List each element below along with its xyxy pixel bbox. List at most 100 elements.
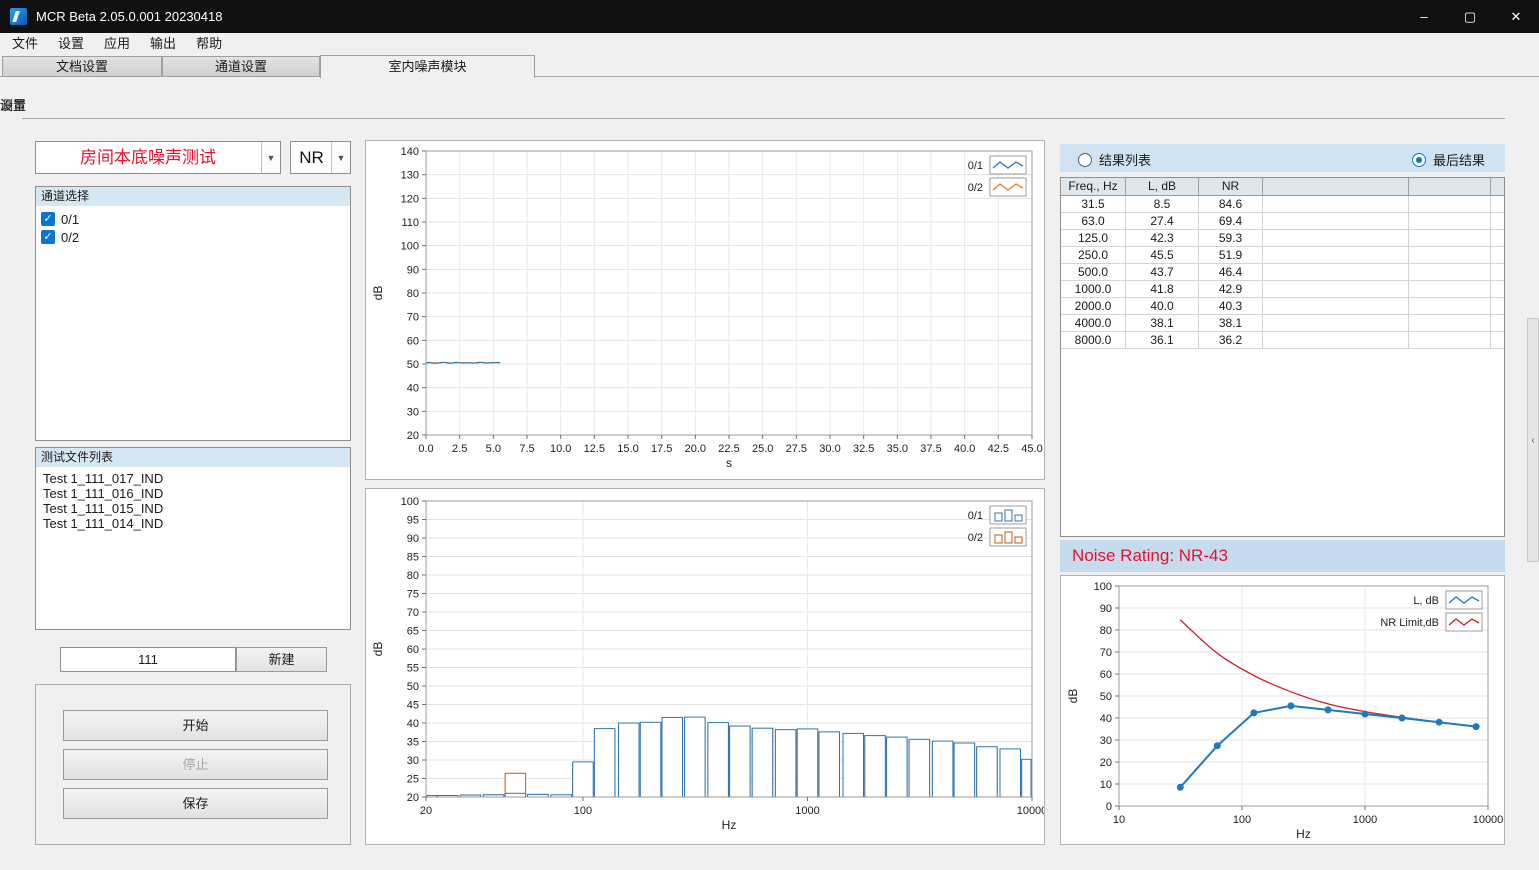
svg-text:25: 25 — [407, 774, 419, 786]
radio-results-list-label: 结果列表 — [1099, 150, 1151, 169]
table-row[interactable]: 125.042.359.3 — [1061, 230, 1504, 247]
menu-item-应用[interactable]: 应用 — [94, 33, 140, 55]
table-cell — [1409, 247, 1491, 263]
table-row[interactable]: 4000.038.138.1 — [1061, 315, 1504, 332]
results-table-body: 31.58.584.663.027.469.4125.042.359.3250.… — [1061, 196, 1504, 349]
table-row[interactable]: 250.045.551.9 — [1061, 247, 1504, 264]
svg-text:32.5: 32.5 — [853, 443, 874, 455]
table-cell — [1409, 196, 1491, 212]
tab-measure[interactable]: 测量 — [0, 95, 26, 119]
svg-text:40: 40 — [1100, 713, 1112, 725]
menu-item-设置[interactable]: 设置 — [48, 33, 94, 55]
table-cell: 250.0 — [1061, 247, 1126, 263]
svg-text:50: 50 — [407, 681, 419, 693]
svg-text:42.5: 42.5 — [988, 443, 1009, 455]
results-table: Freq., HzL, dBNR Limit,dB 31.58.584.663.… — [1060, 177, 1505, 537]
svg-text:10000: 10000 — [1017, 805, 1044, 817]
menu-item-帮助[interactable]: 帮助 — [186, 33, 232, 55]
table-cell — [1263, 298, 1409, 314]
table-row[interactable]: 8000.036.136.2 — [1061, 332, 1504, 349]
table-cell: 41.8 — [1126, 281, 1199, 297]
new-button[interactable]: 新建 — [236, 647, 327, 672]
radio-selected-icon[interactable] — [1412, 153, 1426, 167]
table-cell — [1263, 247, 1409, 263]
table-row[interactable]: 1000.041.842.9 — [1061, 281, 1504, 298]
svg-text:5.0: 5.0 — [486, 443, 501, 455]
svg-text:30: 30 — [1100, 735, 1112, 747]
table-cell — [1409, 213, 1491, 229]
subtab-divider — [22, 118, 1505, 119]
svg-text:60: 60 — [407, 644, 419, 656]
svg-text:90: 90 — [407, 264, 419, 276]
file-list-item[interactable]: Test 1_111_016_IND — [43, 486, 343, 501]
table-header-cell — [1263, 178, 1409, 195]
svg-text:80: 80 — [1100, 625, 1112, 637]
table-cell — [1263, 281, 1409, 297]
table-cell — [1263, 230, 1409, 246]
minimize-icon[interactable]: – — [1401, 0, 1447, 33]
application-window: MCR Beta 2.05.0.001 20230418 – ▢ ✕ 文件设置应… — [0, 0, 1539, 870]
svg-text:20: 20 — [420, 805, 432, 817]
svg-text:22.5: 22.5 — [718, 443, 739, 455]
start-button[interactable]: 开始 — [63, 710, 328, 741]
svg-text:0/2: 0/2 — [968, 532, 983, 544]
panel-collapse-handle[interactable]: ‹ — [1527, 318, 1539, 562]
table-row[interactable]: 31.58.584.6 — [1061, 196, 1504, 213]
radio-last-result[interactable]: 最后结果 — [1412, 150, 1485, 169]
channel-item[interactable]: ✓0/1 — [36, 210, 350, 228]
table-row[interactable]: 2000.040.040.3 — [1061, 298, 1504, 315]
table-cell: 38.1 — [1199, 315, 1263, 331]
filename-input[interactable]: 111 — [60, 647, 236, 672]
svg-text:20.0: 20.0 — [685, 443, 706, 455]
maximize-icon[interactable]: ▢ — [1447, 0, 1493, 33]
svg-text:140: 140 — [401, 146, 419, 158]
table-header-cell — [1491, 178, 1504, 195]
close-icon[interactable]: ✕ — [1493, 0, 1539, 33]
radio-unselected-icon[interactable] — [1078, 153, 1092, 167]
tab-通道设置[interactable]: 通道设置 — [162, 56, 320, 77]
file-list-item[interactable]: Test 1_111_017_IND — [43, 471, 343, 486]
stop-button[interactable]: 停止 — [63, 749, 328, 780]
chevron-down-icon[interactable]: ▼ — [261, 142, 280, 173]
svg-text:50: 50 — [407, 359, 419, 371]
table-cell: 125.0 — [1061, 230, 1126, 246]
table-cell: 31.5 — [1061, 196, 1126, 212]
chevron-down-icon[interactable]: ▼ — [331, 142, 350, 173]
chevron-left-icon: ‹ — [1531, 435, 1534, 446]
table-cell — [1409, 281, 1491, 297]
checkbox-checked-icon[interactable]: ✓ — [41, 212, 55, 226]
svg-text:60: 60 — [407, 335, 419, 347]
svg-text:0/1: 0/1 — [968, 510, 983, 522]
tab-文档设置[interactable]: 文档设置 — [2, 56, 162, 77]
test-type-dropdown[interactable]: 房间本底噪声测试 ▼ — [35, 141, 281, 174]
file-list-item[interactable]: Test 1_111_015_IND — [43, 501, 343, 516]
table-row[interactable]: 63.027.469.4 — [1061, 213, 1504, 230]
table-cell: 38.1 — [1126, 315, 1199, 331]
table-cell — [1263, 264, 1409, 280]
rating-type-dropdown[interactable]: NR ▼ — [290, 141, 351, 174]
svg-text:100: 100 — [401, 496, 419, 508]
radio-results-list[interactable]: 结果列表 — [1078, 150, 1151, 169]
tab-室内噪声模块[interactable]: 室内噪声模块 — [320, 55, 535, 78]
nr-curve-chart: 010203040506070809010010100100010000HzdB… — [1060, 575, 1505, 845]
channel-item[interactable]: ✓0/2 — [36, 228, 350, 246]
svg-text:70: 70 — [407, 607, 419, 619]
table-header-cell: NR Limit,dB — [1199, 178, 1263, 195]
table-cell — [1263, 332, 1409, 348]
svg-text:20: 20 — [1100, 757, 1112, 769]
svg-text:70: 70 — [1100, 647, 1112, 659]
table-cell: 8000.0 — [1061, 332, 1126, 348]
svg-text:130: 130 — [401, 170, 419, 182]
menu-item-文件[interactable]: 文件 — [2, 33, 48, 55]
checkbox-checked-icon[interactable]: ✓ — [41, 230, 55, 244]
menu-item-输出[interactable]: 输出 — [140, 33, 186, 55]
save-button[interactable]: 保存 — [63, 788, 328, 819]
table-row[interactable]: 500.043.746.4 — [1061, 264, 1504, 281]
file-list-item[interactable]: Test 1_111_014_IND — [43, 516, 343, 531]
table-cell: 4000.0 — [1061, 315, 1126, 331]
channel-select-header: 通道选择 — [35, 186, 351, 207]
svg-text:0.0: 0.0 — [418, 443, 433, 455]
svg-text:35.0: 35.0 — [887, 443, 908, 455]
svg-text:27.5: 27.5 — [786, 443, 807, 455]
table-cell: 40.0 — [1126, 298, 1199, 314]
